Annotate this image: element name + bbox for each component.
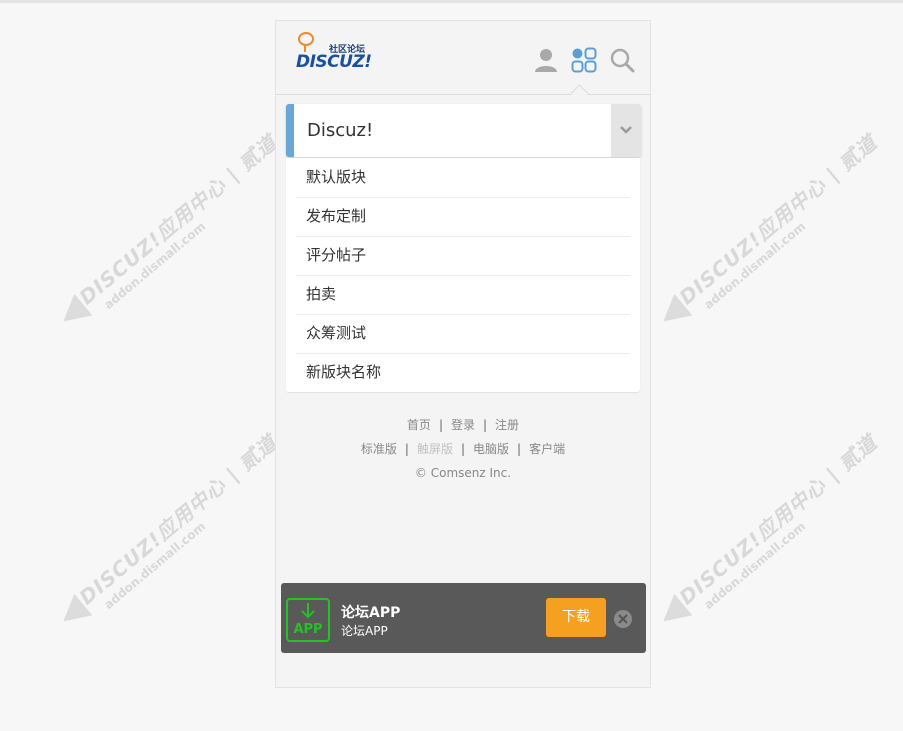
speech-bubble-icon (298, 32, 314, 46)
home-link[interactable]: 首页 (407, 418, 431, 432)
desktop-version-link[interactable]: 电脑版 (473, 442, 509, 456)
separator: | (483, 418, 488, 432)
watermark-sub: addon.dismall.com (701, 519, 809, 612)
standard-version-link[interactable]: 标准版 (361, 442, 397, 456)
touch-version-current: 触屏版 (416, 442, 453, 456)
forum-item[interactable]: 默认版块 (286, 158, 640, 197)
close-icon (618, 614, 628, 624)
selector-accent (286, 104, 294, 157)
login-link[interactable]: 登录 (451, 418, 475, 432)
watermark-sub: addon.dismall.com (101, 519, 209, 612)
header: 社区论坛 DISCUZ! (276, 21, 650, 103)
watermark-brand: DISCUZ!应用中心 | 贰道 (74, 430, 282, 610)
register-link[interactable]: 注册 (495, 418, 519, 432)
app-title: 论坛APP (341, 605, 401, 621)
app-icon-text: APP (293, 622, 323, 637)
watermark-brand: DISCUZ!应用中心 | 贰道 (674, 430, 882, 610)
forum-item[interactable]: 拍卖 (286, 275, 640, 314)
copyright: © Comsenz Inc. (414, 466, 512, 480)
active-caret (570, 84, 589, 103)
download-button[interactable]: 下载 (546, 598, 606, 637)
watermark: DISCUZ!应用中心 | 贰道 addon.dismall.com (54, 130, 298, 357)
footer: 首页 | 登录 | 注册 标准版 | 触屏版 | 电脑版 | 客户端 © Comsenz Inc. (276, 413, 650, 485)
app-download-banner: APP 论坛APP 论坛APP 下载 (281, 583, 646, 653)
watermark-sub: addon.dismall.com (701, 219, 809, 312)
separator: | (438, 418, 443, 432)
app-download-icon: APP (286, 598, 330, 642)
separator: | (460, 442, 466, 456)
watermark: DISCUZ!应用中心 | 贰道 addon.dismall.com (654, 430, 898, 657)
forum-grid-icon[interactable] (571, 47, 597, 73)
footer-links: 首页 | 登录 | 注册 (276, 413, 650, 437)
forum-item[interactable]: 发布定制 (286, 197, 640, 236)
logo-wordmark: DISCUZ! (296, 52, 372, 72)
selector-toggle[interactable] (611, 104, 641, 157)
selector-label: Discuz! (307, 120, 374, 141)
separator: | (404, 442, 409, 456)
watermark-sub: addon.dismall.com (101, 219, 209, 312)
forum-item[interactable]: 新版块名称 (286, 353, 640, 392)
close-banner-button[interactable] (614, 610, 632, 628)
search-icon[interactable] (609, 47, 635, 73)
watermark-brand: DISCUZ!应用中心 | 贰道 (674, 130, 882, 310)
app-subtitle: 论坛APP (341, 624, 388, 638)
forum-item[interactable]: 评分帖子 (286, 236, 640, 275)
mobile-page: 社区论坛 DISCUZ! Discuz! 默认版块 发布定制 评分帖子 拍卖 众… (275, 20, 651, 688)
chevron-down-icon (620, 126, 632, 134)
download-arrow-icon (301, 603, 315, 619)
client-link[interactable]: 客户端 (529, 442, 565, 456)
separator: | (517, 442, 522, 456)
forum-list: 默认版块 发布定制 评分帖子 拍卖 众筹测试 新版块名称 (286, 158, 640, 392)
footer-versions: 标准版 | 触屏版 | 电脑版 | 客户端 (276, 437, 650, 461)
user-icon[interactable] (533, 47, 559, 73)
watermark: DISCUZ!应用中心 | 贰道 addon.dismall.com (654, 130, 898, 357)
top-strip (0, 0, 903, 3)
discuz-logo[interactable]: 社区论坛 DISCUZ! (295, 31, 375, 75)
forum-selector[interactable]: Discuz! (286, 104, 641, 157)
forum-item[interactable]: 众筹测试 (286, 314, 640, 353)
watermark-brand: DISCUZ!应用中心 | 贰道 (74, 130, 282, 310)
watermark: DISCUZ!应用中心 | 贰道 addon.dismall.com (54, 430, 298, 657)
